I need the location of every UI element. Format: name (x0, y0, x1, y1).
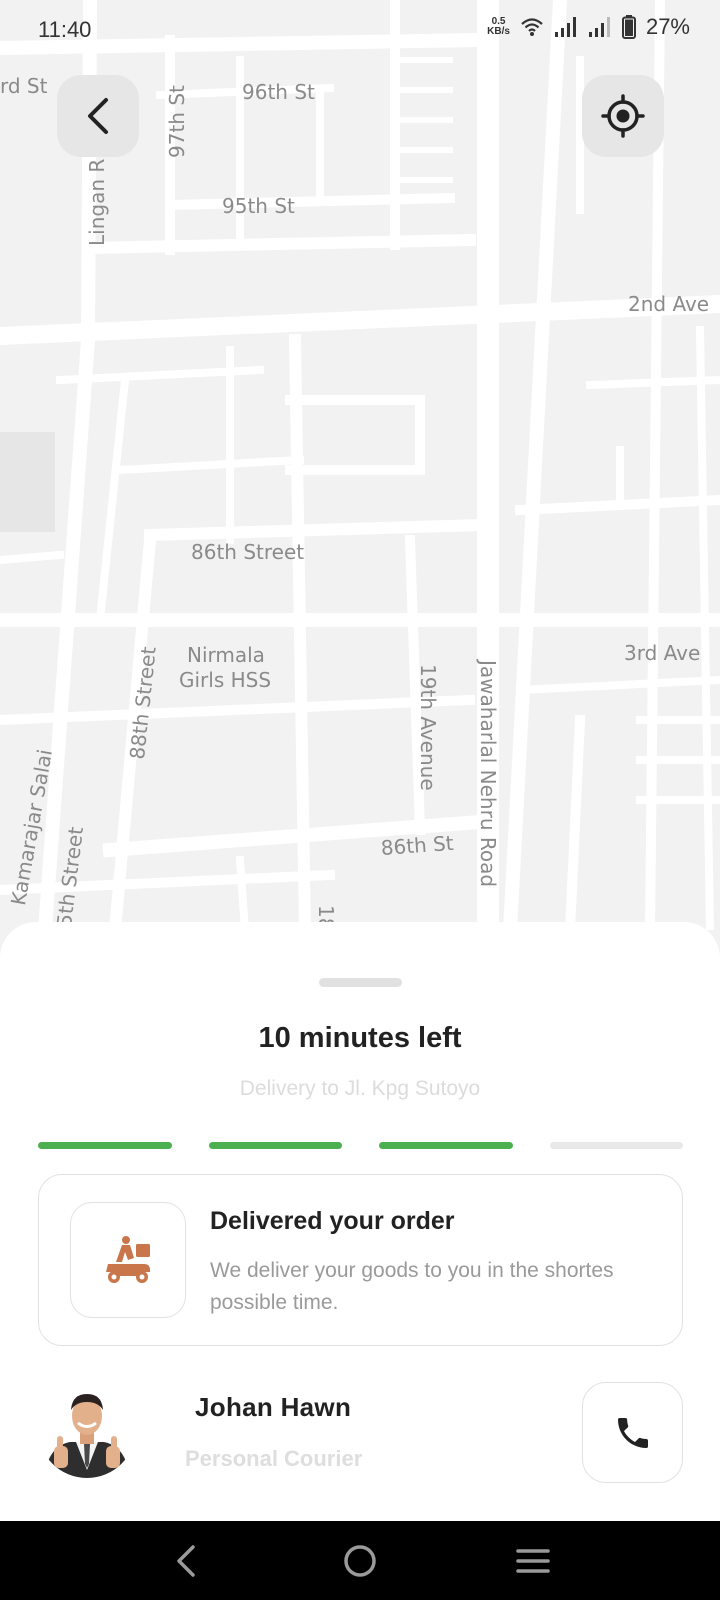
map-label: 86th St (380, 830, 455, 860)
crosshair-icon (601, 94, 645, 138)
progress-segment (38, 1142, 172, 1149)
eta-title: 10 minutes left (258, 1022, 462, 1054)
delivery-bottom-sheet: 10 minutes left Delivery to Jl. Kpg Suto… (0, 922, 720, 1522)
status-time: 11:40 (38, 17, 92, 42)
map-label: Lingan R (85, 158, 109, 246)
progress-segment (379, 1142, 513, 1149)
battery-percent: 27% (645, 14, 690, 39)
map-label: 19th Avenue (416, 664, 440, 791)
delivery-scooter-icon (106, 1236, 150, 1283)
progress-segment (549, 1142, 683, 1149)
nav-home-button[interactable] (330, 1531, 390, 1591)
signal-icon (554, 17, 576, 37)
map-label: Nirmala (187, 643, 265, 667)
sheet-drag-handle[interactable] (319, 978, 402, 987)
order-status-description: We deliver your goods to you in the shor… (210, 1259, 614, 1314)
network-speed: 0.5 KB/s (487, 17, 510, 37)
order-status-title: Delivered your order (210, 1207, 455, 1235)
nav-back-icon (176, 1544, 195, 1577)
nav-recents-button[interactable] (503, 1531, 563, 1591)
order-status-card: Delivered your order We deliver your goo… (38, 1174, 683, 1346)
courier-photo (38, 1380, 136, 1478)
map-label: 3rd Ave (624, 641, 701, 665)
progress-segment (208, 1142, 342, 1149)
courier-name: Johan Hawn (195, 1392, 352, 1422)
map-label: Jawaharlal Nehru Road (476, 660, 500, 888)
battery-icon (621, 15, 636, 39)
call-courier-button[interactable] (582, 1382, 683, 1483)
network-speed-unit: KB/s (487, 26, 510, 37)
nav-home-icon (344, 1544, 376, 1577)
wifi-icon (521, 18, 543, 36)
nav-back-button[interactable] (157, 1531, 217, 1591)
courier-role: Personal Courier (185, 1446, 363, 1471)
system-nav-bar (0, 1521, 720, 1600)
map-label: 95th St (222, 194, 295, 218)
chevron-left-icon (88, 98, 108, 134)
phone-icon (617, 1417, 648, 1448)
delivery-progress (38, 1142, 683, 1149)
map-label: 2nd Ave (628, 292, 710, 316)
delivery-address: Delivery to Jl. Kpg Sutoyo (239, 1077, 481, 1100)
back-button[interactable] (57, 75, 139, 157)
signal-icon (588, 17, 610, 37)
nav-menu-icon (516, 1548, 551, 1573)
map-label: 97th St (165, 85, 189, 158)
map-label: 86th Street (191, 540, 305, 564)
locate-me-button[interactable] (582, 75, 664, 157)
map-label: rd St (0, 74, 48, 98)
courier-avatar (38, 1380, 136, 1478)
order-icon-box (70, 1202, 186, 1318)
map-label: 96th St (242, 80, 315, 104)
map-label: Girls HSS (179, 668, 272, 692)
status-icons: 0.5 KB/s 27% (487, 14, 690, 40)
status-bar: 11:40 0.5 KB/s 27% (0, 0, 720, 60)
